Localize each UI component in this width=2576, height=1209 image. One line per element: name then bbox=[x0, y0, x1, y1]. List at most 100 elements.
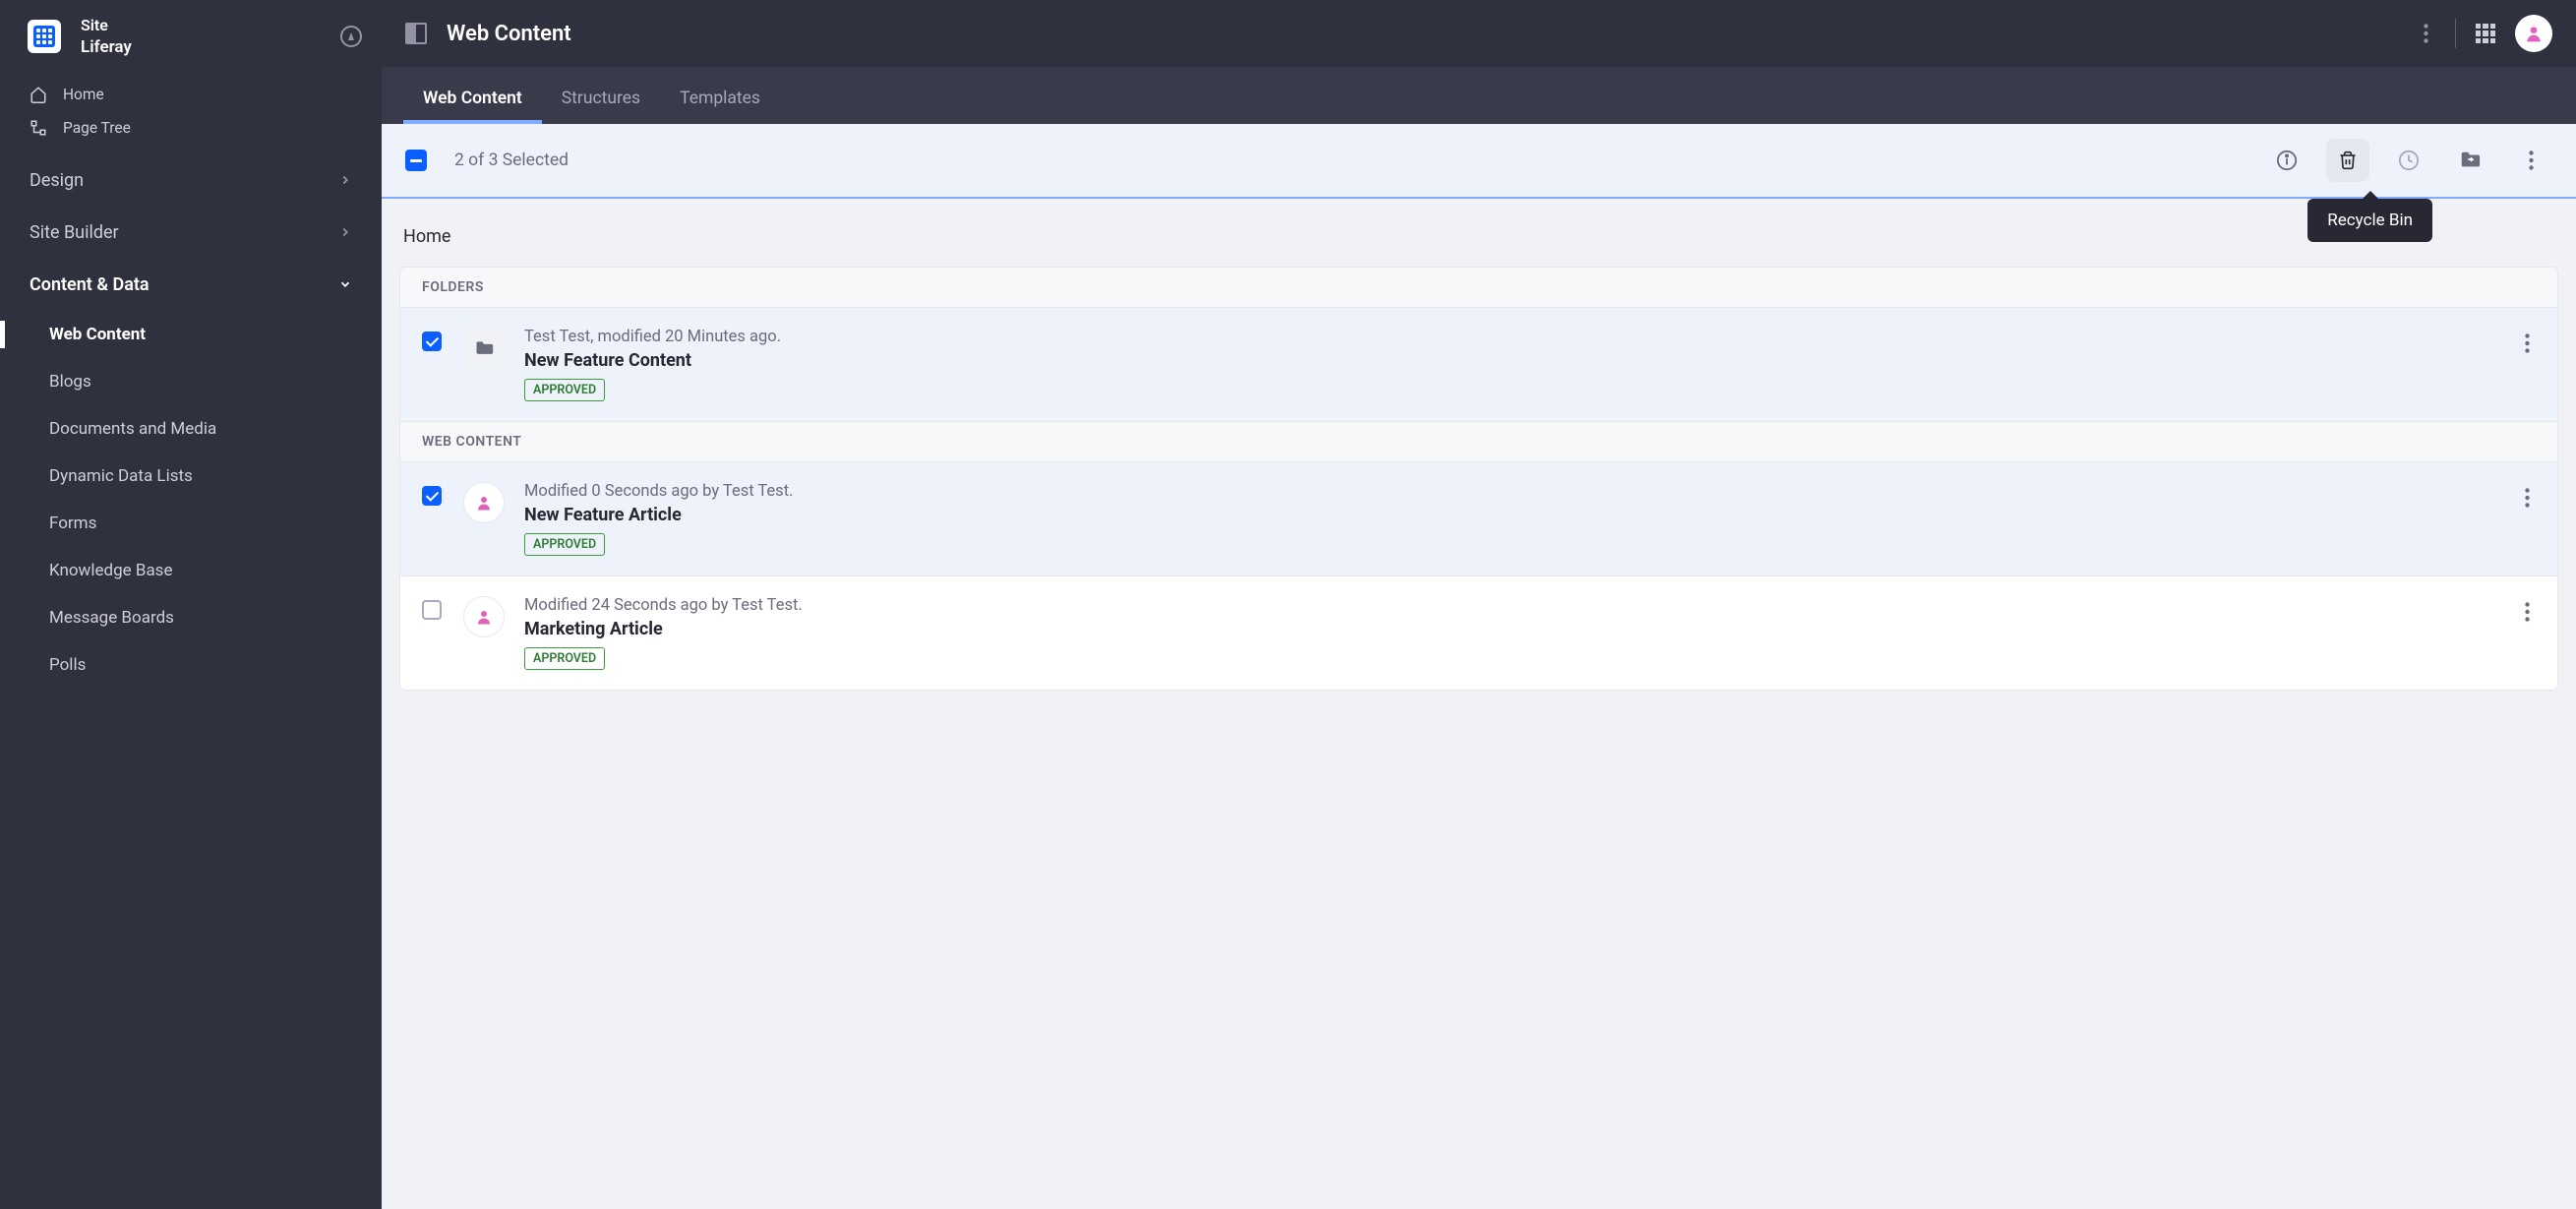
tree-icon bbox=[30, 119, 47, 137]
sidebar-item-messageboards[interactable]: Message Boards bbox=[0, 594, 382, 641]
sidebar-item-forms[interactable]: Forms bbox=[0, 500, 382, 547]
subnav-contentdata: Web Content Blogs Documents and Media Dy… bbox=[0, 311, 382, 689]
home-icon bbox=[30, 86, 47, 103]
author-avatar bbox=[463, 596, 505, 637]
sidebar-item-label: Dynamic Data Lists bbox=[49, 466, 193, 486]
section-contentdata-label: Content & Data bbox=[30, 274, 150, 295]
quick-home-label: Home bbox=[63, 86, 104, 103]
status-badge: APPROVED bbox=[524, 533, 605, 556]
main: Web Content Web Content Structures Templ… bbox=[382, 0, 2576, 1209]
sidebar-item-webcontent[interactable]: Web Content bbox=[0, 311, 382, 358]
sidebar-item-label: Polls bbox=[49, 655, 86, 675]
sidebar: Site Liferay Home Page Tree Design Site … bbox=[0, 0, 382, 1209]
row-kebab[interactable] bbox=[2519, 596, 2536, 628]
info-button[interactable] bbox=[2265, 139, 2308, 182]
tab-templates[interactable]: Templates bbox=[660, 71, 780, 124]
breadcrumb[interactable]: Home bbox=[382, 199, 2576, 267]
compass-icon bbox=[340, 26, 362, 47]
expire-button[interactable] bbox=[2387, 139, 2430, 182]
row-checkbox[interactable] bbox=[422, 332, 442, 351]
tab-label: Templates bbox=[680, 89, 760, 108]
row-meta: Test Test, modified 20 Minutes ago. bbox=[524, 328, 2519, 346]
tooltip-text: Recycle Bin bbox=[2327, 211, 2413, 230]
quick-home[interactable]: Home bbox=[0, 78, 382, 111]
tab-webcontent[interactable]: Web Content bbox=[403, 71, 542, 124]
sidebar-header: Site Liferay bbox=[0, 0, 382, 68]
user-icon bbox=[475, 494, 493, 512]
topbar-kebab[interactable] bbox=[2406, 14, 2445, 53]
divider bbox=[2455, 19, 2456, 48]
row-checkbox[interactable] bbox=[422, 486, 442, 506]
selection-bar: 2 of 3 Selected Recycle Bin bbox=[382, 124, 2576, 199]
sidebar-item-label: Web Content bbox=[49, 325, 146, 344]
row-kebab[interactable] bbox=[2519, 482, 2536, 514]
section-header-folders: FOLDERS bbox=[400, 268, 2557, 308]
move-folder-icon bbox=[2458, 150, 2482, 171]
sidebar-item-label: Forms bbox=[49, 514, 96, 533]
recycle-bin-button[interactable] bbox=[2326, 139, 2369, 182]
folder-row[interactable]: Test Test, modified 20 Minutes ago. New … bbox=[400, 308, 2557, 422]
app-grid-button[interactable] bbox=[2466, 14, 2505, 53]
folder-icon bbox=[473, 338, 495, 358]
section-sitebuilder-label: Site Builder bbox=[30, 222, 119, 243]
trash-icon bbox=[2338, 150, 2358, 171]
sidebar-item-label: Blogs bbox=[49, 372, 91, 392]
status-badge: APPROVED bbox=[524, 379, 605, 401]
clock-icon bbox=[2398, 150, 2420, 171]
sidebar-item-polls[interactable]: Polls bbox=[0, 641, 382, 689]
kebab-icon bbox=[2525, 333, 2530, 353]
breadcrumb-item: Home bbox=[403, 226, 450, 247]
move-button[interactable] bbox=[2448, 139, 2491, 182]
article-row[interactable]: Modified 0 Seconds ago by Test Test. New… bbox=[400, 462, 2557, 576]
page-title: Web Content bbox=[447, 22, 571, 46]
section-design[interactable]: Design bbox=[0, 154, 382, 207]
brand-icon[interactable] bbox=[28, 20, 61, 53]
select-all-checkbox[interactable] bbox=[405, 150, 427, 171]
user-avatar[interactable] bbox=[2515, 15, 2552, 52]
tabs: Web Content Structures Templates bbox=[382, 67, 2576, 124]
selection-kebab[interactable] bbox=[2509, 139, 2552, 182]
sidebar-item-kb[interactable]: Knowledge Base bbox=[0, 547, 382, 594]
info-icon bbox=[2276, 150, 2298, 171]
folder-icon-wrap bbox=[463, 328, 505, 369]
section-design-label: Design bbox=[30, 170, 84, 191]
section-sitebuilder[interactable]: Site Builder bbox=[0, 207, 382, 259]
sidebar-item-documents[interactable]: Documents and Media bbox=[0, 405, 382, 453]
grid-icon bbox=[2476, 24, 2495, 43]
selection-count: 2 of 3 Selected bbox=[454, 151, 569, 170]
article-row[interactable]: Modified 24 Seconds ago by Test Test. Ma… bbox=[400, 576, 2557, 690]
kebab-icon bbox=[2529, 151, 2534, 170]
tab-label: Structures bbox=[562, 89, 640, 108]
row-kebab[interactable] bbox=[2519, 328, 2536, 359]
chevron-down-icon bbox=[338, 277, 352, 291]
row-meta: Modified 24 Seconds ago by Test Test. bbox=[524, 596, 2519, 615]
user-icon bbox=[2524, 24, 2544, 43]
sidebar-item-label: Documents and Media bbox=[49, 419, 216, 439]
row-title: Marketing Article bbox=[524, 619, 2519, 639]
topbar: Web Content bbox=[382, 0, 2576, 67]
kebab-icon bbox=[2525, 602, 2530, 622]
content-card: FOLDERS Test Test, modified 20 Minutes a… bbox=[399, 267, 2558, 691]
sidebar-item-label: Knowledge Base bbox=[49, 561, 172, 580]
kebab-icon bbox=[2525, 488, 2530, 508]
brand-label-1: Site bbox=[81, 16, 132, 36]
sidebar-item-ddl[interactable]: Dynamic Data Lists bbox=[0, 453, 382, 500]
row-checkbox[interactable] bbox=[422, 600, 442, 620]
tab-structures[interactable]: Structures bbox=[542, 71, 660, 124]
chevron-right-icon bbox=[338, 225, 352, 239]
compass-button[interactable] bbox=[340, 26, 362, 47]
status-badge: APPROVED bbox=[524, 647, 605, 670]
tab-label: Web Content bbox=[423, 89, 522, 108]
quick-pagetree[interactable]: Page Tree bbox=[0, 111, 382, 145]
author-avatar bbox=[463, 482, 505, 523]
row-title: New Feature Content bbox=[524, 350, 2519, 371]
sidebar-item-label: Message Boards bbox=[49, 608, 174, 628]
panel-icon[interactable] bbox=[405, 23, 427, 44]
row-title: New Feature Article bbox=[524, 505, 2519, 525]
row-meta: Modified 0 Seconds ago by Test Test. bbox=[524, 482, 2519, 501]
section-contentdata[interactable]: Content & Data bbox=[0, 259, 382, 311]
user-icon bbox=[475, 608, 493, 626]
quick-pagetree-label: Page Tree bbox=[63, 119, 131, 137]
sidebar-item-blogs[interactable]: Blogs bbox=[0, 358, 382, 405]
brand-label-2: Liferay bbox=[81, 36, 132, 58]
